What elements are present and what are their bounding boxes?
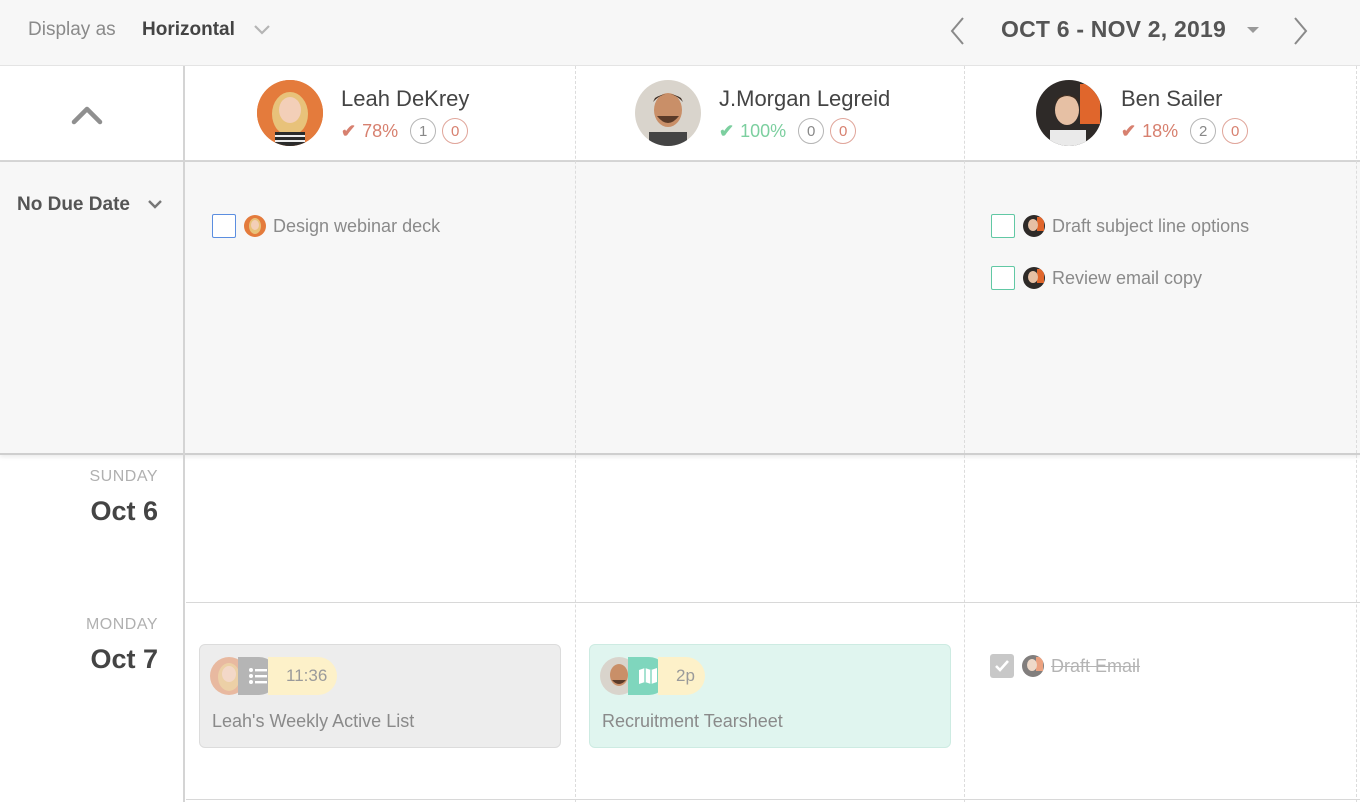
avatar bbox=[1023, 267, 1045, 289]
check-icon: ✔ bbox=[341, 120, 357, 141]
task-title: Review email copy bbox=[1052, 267, 1203, 288]
task-checkbox[interactable] bbox=[991, 214, 1015, 238]
day-date: Oct 6 bbox=[90, 496, 158, 526]
person-stats: ✔ 100% 0 0 bbox=[719, 118, 857, 144]
chevron-up-icon[interactable] bbox=[70, 104, 104, 126]
display-mode-select[interactable]: Horizontal bbox=[142, 19, 235, 41]
task-item[interactable]: Draft subject line options bbox=[991, 214, 1249, 238]
completion-percent: 78% bbox=[362, 120, 399, 141]
task-item[interactable]: Review email copy bbox=[991, 266, 1202, 290]
chevron-left-icon[interactable] bbox=[946, 14, 970, 48]
avatar bbox=[1023, 215, 1045, 237]
task-title: Draft Email bbox=[1051, 655, 1141, 676]
person-stats: ✔ 18% 2 0 bbox=[1121, 118, 1249, 144]
weekday-label: MONDAY bbox=[85, 616, 158, 633]
completed-task[interactable]: Draft Email bbox=[990, 654, 1140, 678]
day-date: Oct 7 bbox=[90, 644, 158, 674]
person-column-header-ben: Ben Sailer ✔ 18% 2 0 bbox=[966, 66, 1360, 162]
avatar[interactable] bbox=[257, 80, 323, 146]
overdue-count-badge[interactable]: 0 bbox=[442, 118, 469, 144]
person-name: J.Morgan Legreid bbox=[719, 86, 891, 111]
row-divider bbox=[186, 602, 1360, 603]
chevron-down-icon[interactable] bbox=[146, 197, 164, 213]
task-title: Design webinar deck bbox=[273, 215, 441, 236]
no-due-date-section bbox=[0, 162, 1360, 455]
card-title: Recruitment Tearsheet bbox=[602, 711, 783, 731]
caret-down-icon[interactable] bbox=[1246, 25, 1260, 35]
open-count-badge[interactable]: 2 bbox=[1190, 118, 1217, 144]
avatar[interactable] bbox=[1036, 80, 1102, 146]
checked-checkbox[interactable] bbox=[990, 654, 1014, 678]
card-pill: 11:36 bbox=[210, 657, 338, 695]
people-header-row: Leah DeKrey ✔ 78% 1 0 J.Morgan Legreid ✔… bbox=[0, 66, 1360, 162]
completion-percent: 18% bbox=[1142, 120, 1179, 141]
check-icon: ✔ bbox=[1121, 120, 1137, 141]
row-divider bbox=[186, 799, 1360, 800]
task-item[interactable]: Design webinar deck bbox=[212, 214, 440, 238]
card-time: 2p bbox=[658, 657, 705, 695]
avatar bbox=[1022, 655, 1044, 677]
date-range-label[interactable]: OCT 6 - NOV 2, 2019 bbox=[1001, 16, 1226, 43]
task-card-leah[interactable]: 11:36 Leah's Weekly Active List bbox=[199, 644, 561, 748]
person-name: Ben Sailer bbox=[1121, 86, 1223, 111]
open-count-badge[interactable]: 0 bbox=[798, 118, 825, 144]
weekday-label: SUNDAY bbox=[89, 468, 158, 485]
display-as-label: Display as bbox=[28, 19, 116, 40]
toolbar: Display as Horizontal OCT 6 - NOV 2, 201… bbox=[0, 0, 1360, 66]
avatar[interactable] bbox=[635, 80, 701, 146]
card-time: 11:36 bbox=[268, 657, 338, 695]
card-pill: 2p bbox=[600, 657, 705, 695]
task-card-morgan[interactable]: 2p Recruitment Tearsheet bbox=[589, 644, 951, 748]
avatar bbox=[244, 215, 266, 237]
column-divider bbox=[964, 66, 965, 802]
card-title: Leah's Weekly Active List bbox=[212, 711, 415, 731]
task-checkbox[interactable] bbox=[991, 266, 1015, 290]
task-checkbox[interactable] bbox=[212, 214, 236, 238]
column-divider bbox=[183, 66, 185, 802]
overdue-count-badge[interactable]: 0 bbox=[830, 118, 857, 144]
person-name: Leah DeKrey bbox=[341, 86, 470, 111]
check-icon: ✔ bbox=[719, 120, 735, 141]
task-title: Draft subject line options bbox=[1052, 215, 1250, 236]
chevron-right-icon[interactable] bbox=[1288, 14, 1312, 48]
chevron-down-icon[interactable] bbox=[252, 22, 272, 38]
person-stats: ✔ 78% 1 0 bbox=[341, 118, 469, 144]
open-count-badge[interactable]: 1 bbox=[410, 118, 437, 144]
completion-percent: 100% bbox=[740, 120, 787, 141]
person-column-header-morgan: J.Morgan Legreid ✔ 100% 0 0 bbox=[576, 66, 965, 162]
column-divider bbox=[575, 66, 576, 802]
no-due-date-toggle[interactable]: No Due Date bbox=[17, 194, 130, 216]
overdue-count-badge[interactable]: 0 bbox=[1222, 118, 1249, 144]
column-divider bbox=[1356, 66, 1357, 802]
person-column-header-leah: Leah DeKrey ✔ 78% 1 0 bbox=[186, 66, 575, 162]
